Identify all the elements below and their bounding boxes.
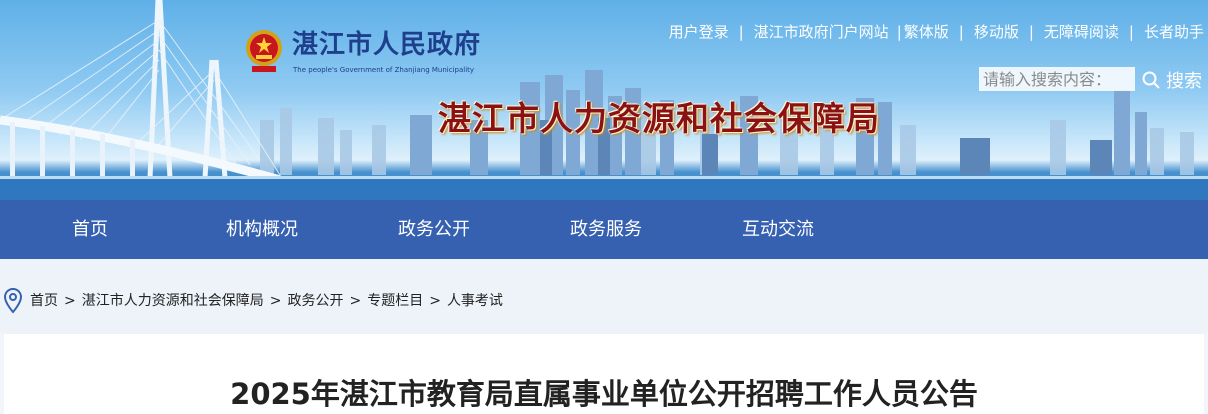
mobile-link[interactable]: 移动版 xyxy=(974,23,1019,41)
link-separator: | xyxy=(738,23,744,41)
breadcrumb-personnel-exam[interactable]: 人事考试 xyxy=(447,293,503,309)
link-separator: | xyxy=(1028,23,1034,41)
breadcrumb-separator: > xyxy=(429,293,441,309)
breadcrumb: 首页 > 湛江市人力资源和社会保障局 > 政务公开 > 专题栏目 > 人事考试 xyxy=(0,259,1208,334)
link-separator: | xyxy=(896,23,902,41)
accessible-link[interactable]: 无障碍阅读 xyxy=(1044,23,1119,41)
article-title: 2025年湛江市教育局直属事业单位公开招聘工作人员公告 xyxy=(230,377,978,411)
search-icon xyxy=(1142,71,1160,89)
traditional-link[interactable]: 繁体版 xyxy=(904,23,949,41)
breadcrumb-home[interactable]: 首页 xyxy=(30,293,58,309)
breadcrumb-trail: 首页 > 湛江市人力资源和社会保障局 > 政务公开 > 专题栏目 > 人事考试 xyxy=(30,290,503,310)
breadcrumb-separator: > xyxy=(269,293,282,309)
breadcrumb-bureau[interactable]: 湛江市人力资源和社会保障局 xyxy=(82,293,264,309)
search-button[interactable]: 搜索 xyxy=(1142,67,1202,93)
portal-link[interactable]: 湛江市政府门户网站 xyxy=(754,23,889,41)
elderly-link[interactable]: 长者助手 xyxy=(1144,23,1204,41)
nav-item-home[interactable]: 首页 xyxy=(72,200,108,259)
main-nav: 首页 机构概况 政务公开 政务服务 互动交流 xyxy=(0,200,1208,259)
top-links: 用户登录 | 湛江市政府门户网站 | 繁体版 | 移动版 | 无障碍阅读 | 长者助手 xyxy=(669,21,1204,42)
nav-item-public-affairs[interactable]: 政务公开 xyxy=(398,200,470,259)
login-link[interactable]: 用户登录 xyxy=(669,23,729,41)
nav-item-interaction[interactable]: 互动交流 xyxy=(742,200,814,259)
link-separator: | xyxy=(1128,23,1134,41)
nav-item-services[interactable]: 政务服务 xyxy=(570,200,642,259)
breadcrumb-public-affairs[interactable]: 政务公开 xyxy=(287,293,343,309)
link-separator: | xyxy=(958,23,964,41)
breadcrumb-separator: > xyxy=(64,293,76,309)
bureau-title: 湛江市人力资源和社会保障局 xyxy=(438,99,880,138)
search-input[interactable] xyxy=(979,67,1135,91)
breadcrumb-separator: > xyxy=(349,293,362,309)
national-emblem-icon xyxy=(246,30,282,72)
gov-name: 湛江市人民政府 xyxy=(292,30,482,60)
breadcrumb-special-column[interactable]: 专题栏目 xyxy=(367,293,423,309)
gov-name-en: The people's Government of Zhanjiang Mun… xyxy=(293,66,475,74)
header-banner: 湛江市人民政府 The people's Government of Zhanj… xyxy=(0,0,1208,200)
nav-item-about[interactable]: 机构概况 xyxy=(226,200,298,259)
search-button-label: 搜索 xyxy=(1166,71,1202,92)
location-pin-icon xyxy=(4,288,22,314)
